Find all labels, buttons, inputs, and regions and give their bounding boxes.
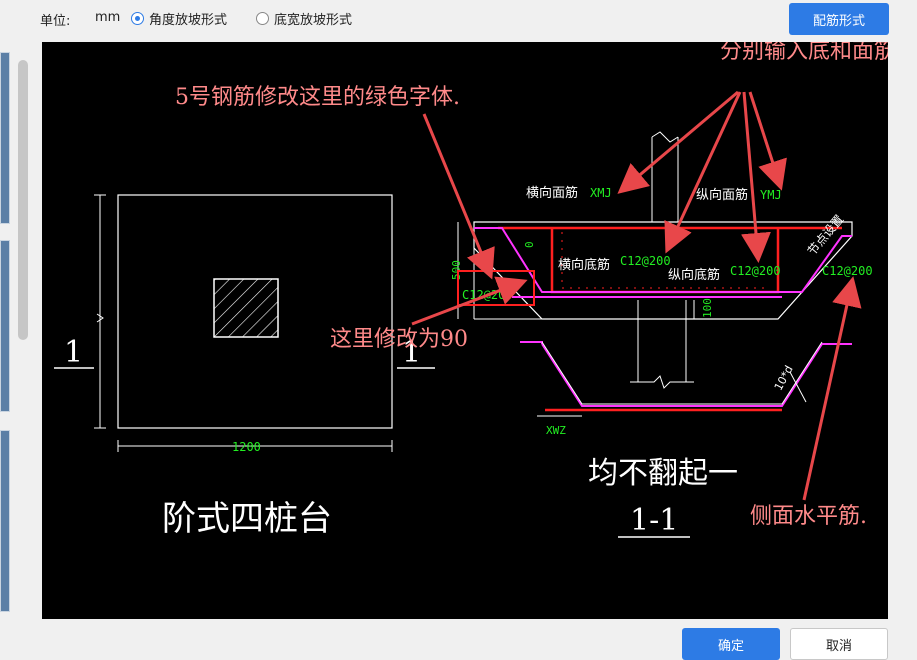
radio-width-label: 底宽放坡形式 — [274, 13, 353, 28]
radio-checked-icon[interactable] — [131, 12, 144, 25]
annotation-modify90: 这里修改为90 — [330, 327, 468, 352]
thumbnail-1[interactable] — [0, 52, 10, 224]
arrow-top4 — [748, 91, 787, 191]
radio-angle-slope[interactable]: 角度放坡形式 — [131, 9, 227, 28]
dim-100: 100 — [701, 298, 714, 318]
top-bar-code: XMJ — [590, 186, 612, 200]
dim-0: 0 — [523, 241, 536, 248]
arrow-top2 — [664, 91, 742, 254]
thumbnail-list — [0, 42, 10, 622]
drawing-svg: 1200 1 1 阶式四桩台 500 0 100 XWZ 10*d 节点设置 横… — [54, 42, 888, 539]
annotation-rebar5: 5号钢筋修改这里的绿色字体. — [175, 85, 460, 110]
bottom-bar-value[interactable]: C12@200 — [620, 254, 671, 268]
annotation-side-bar: 侧面水平筋. — [750, 504, 867, 529]
unit-value: mm — [95, 10, 121, 25]
bottom-bar-label: 横向底筋 — [558, 257, 610, 273]
config-form-button[interactable]: 配筋形式 — [789, 3, 889, 35]
arrow-top1 — [617, 90, 739, 194]
right-bar-value[interactable]: C12@200 — [822, 264, 873, 278]
arrow-rebar5 — [422, 113, 495, 280]
no-bend-note: 均不翻起一 — [588, 456, 738, 491]
toolbar: 单位: mm 角度放坡形式 底宽放坡形式 配筋形式 — [0, 0, 917, 38]
top-bar-label2: 纵向面筋 — [696, 187, 748, 203]
section-title: 1-1 — [630, 503, 678, 538]
thumbnail-2[interactable] — [0, 240, 10, 412]
radio-angle-label: 角度放坡形式 — [149, 13, 228, 28]
xwz-label: XWZ — [546, 424, 566, 437]
annotation-top-bottom: 分别输入底和面筋. — [720, 42, 888, 64]
unit-label: 单位: — [40, 14, 71, 29]
ok-button[interactable]: 确定 — [682, 628, 780, 660]
plan-width-dim: 1200 — [232, 440, 261, 454]
arrow-top3 — [741, 91, 771, 263]
plan-view: 1200 1 1 阶式四桩台 — [54, 194, 435, 539]
top-bar-label: 横向面筋 — [526, 185, 578, 201]
radio-unchecked-icon[interactable] — [256, 12, 269, 25]
plan-title: 阶式四桩台 — [162, 499, 332, 539]
annotations: 5号钢筋修改这里的绿色字体. 分别输入底和面筋. 这里修改为90 侧面水平筋. — [175, 42, 888, 529]
thumbnail-3[interactable] — [0, 430, 10, 612]
bottom-bar-label2: 纵向底筋 — [668, 267, 720, 283]
thumbnail-scrollbar[interactable] — [18, 60, 28, 340]
section-mark-left: 1 — [64, 335, 83, 370]
plan-column-hatch — [213, 278, 279, 338]
node-setting-note: 节点设置 — [805, 212, 847, 258]
radio-width-slope[interactable]: 底宽放坡形式 — [256, 9, 352, 28]
cancel-button[interactable]: 取消 — [790, 628, 888, 660]
drawing-canvas: 1200 1 1 阶式四桩台 500 0 100 XWZ 10*d 节点设置 横… — [42, 42, 888, 619]
bottom-bar-value2[interactable]: C12@200 — [730, 264, 781, 278]
right-strip — [889, 42, 917, 619]
arrow-side-bar — [802, 276, 862, 501]
top-bar-code2: YMJ — [760, 188, 782, 202]
